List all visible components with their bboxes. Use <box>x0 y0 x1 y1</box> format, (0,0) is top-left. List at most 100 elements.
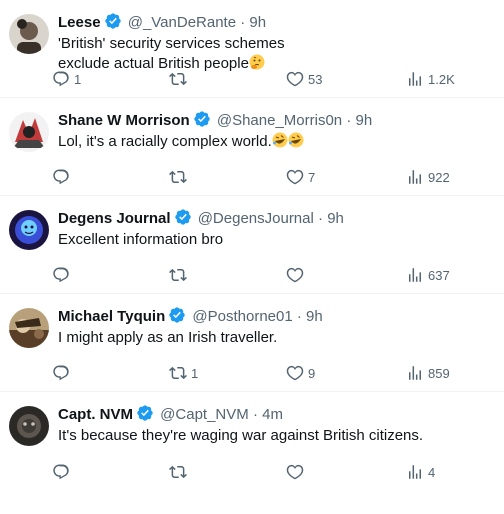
heart-icon <box>286 464 304 480</box>
verified-badge-icon <box>174 209 191 225</box>
reply-button[interactable] <box>52 462 74 482</box>
retweet-count: 1 <box>191 365 199 381</box>
tweet[interactable]: Capt. NVM @Capt_NVM · 4m It's because th… <box>0 392 504 490</box>
avatar[interactable] <box>9 112 49 152</box>
views-chart-icon <box>409 465 421 479</box>
timestamp[interactable]: 9h <box>327 210 344 227</box>
view-count: 1.2K <box>428 71 455 87</box>
reply-button[interactable] <box>52 167 74 187</box>
views-button[interactable]: 922 <box>406 167 450 187</box>
timestamp[interactable]: 9h <box>306 308 323 325</box>
tweet-header: Degens Journal @DegensJournal · 9h <box>58 208 344 229</box>
tweet-actions: 7 922 <box>52 167 494 187</box>
like-count: 9 <box>308 365 316 381</box>
rolling-laughing-emoji-icon <box>288 132 304 148</box>
avatar[interactable] <box>9 210 49 250</box>
thinking-face-emoji-icon <box>249 54 265 70</box>
tweet-text: 'British' security services schemes excl… <box>58 34 488 74</box>
timestamp[interactable]: 9h <box>249 14 266 31</box>
display-name[interactable]: Leese <box>58 14 101 31</box>
heart-icon <box>286 365 304 381</box>
heart-icon <box>286 267 304 283</box>
like-button[interactable]: 53 <box>286 69 322 89</box>
separator-dot: · <box>318 210 324 227</box>
avatar[interactable] <box>9 406 49 446</box>
tweet-text-line: It's because they're waging war against … <box>58 427 424 444</box>
tweet[interactable]: Degens Journal @DegensJournal · 9h Excel… <box>0 196 504 294</box>
tweet-text-line: I might apply as an Irish traveller. <box>58 329 278 346</box>
user-handle[interactable]: @Capt_NVM <box>160 406 249 423</box>
like-button[interactable] <box>286 265 308 285</box>
user-handle[interactable]: @DegensJournal <box>198 210 314 227</box>
avatar[interactable] <box>9 308 49 348</box>
reply-icon <box>53 267 69 283</box>
user-handle[interactable]: @_VanDeRante <box>128 14 236 31</box>
retweet-icon <box>169 366 187 380</box>
display-name[interactable]: Degens Journal <box>58 210 171 227</box>
retweet-icon <box>169 72 187 86</box>
tweet-text-line: Lol, it's a racially complex world. <box>58 133 272 150</box>
view-count: 859 <box>428 365 450 381</box>
views-button[interactable]: 859 <box>406 363 450 383</box>
retweet-button[interactable] <box>169 167 191 187</box>
tweet-text-line: 'British' security services schemes <box>58 35 285 52</box>
reply-button[interactable] <box>52 265 74 285</box>
retweet-button[interactable] <box>169 265 191 285</box>
view-count: 922 <box>428 169 450 185</box>
tweet-actions: 637 <box>52 265 494 285</box>
views-chart-icon <box>409 72 421 86</box>
reply-icon <box>53 71 69 87</box>
retweet-icon <box>169 170 187 184</box>
retweet-icon <box>169 268 187 282</box>
views-button[interactable]: 1.2K <box>406 69 455 89</box>
heart-icon <box>286 71 304 87</box>
tweet-header: Michael Tyquin @Posthorne01 · 9h <box>58 306 323 327</box>
views-chart-icon <box>409 268 421 282</box>
display-name[interactable]: Michael Tyquin <box>58 308 165 325</box>
separator-dot: · <box>252 406 258 423</box>
display-name[interactable]: Shane W Morrison <box>58 112 190 129</box>
like-count: 53 <box>308 71 323 87</box>
reply-icon <box>53 365 69 381</box>
reply-icon <box>53 464 69 480</box>
verified-badge-icon <box>137 405 153 421</box>
retweet-button[interactable]: 1 <box>169 363 198 383</box>
view-count: 4 <box>428 464 436 480</box>
tweet-actions: 1 9 859 <box>52 363 494 383</box>
separator-dot: · <box>240 14 246 31</box>
heart-icon <box>286 169 304 185</box>
tweet[interactable]: Leese @_VanDeRante · 9h 'British' securi… <box>0 0 504 98</box>
like-button[interactable] <box>286 462 308 482</box>
tweet-text: Lol, it's a racially complex world. <box>58 132 488 152</box>
tweet-actions: 1 53 1.2K <box>52 69 494 89</box>
tweet-text: I might apply as an Irish traveller. <box>58 328 488 348</box>
tweet-header: Shane W Morrison @Shane_Morris0n · 9h <box>58 110 372 131</box>
display-name[interactable]: Capt. NVM <box>58 406 133 423</box>
like-count: 7 <box>308 169 316 185</box>
tweet-text-line: Excellent information bro <box>58 231 224 248</box>
tweet-header: Leese @_VanDeRante · 9h <box>58 12 266 33</box>
separator-dot: · <box>296 308 302 325</box>
verified-badge-icon <box>194 111 210 127</box>
retweet-button[interactable] <box>169 69 191 89</box>
like-button[interactable]: 9 <box>286 363 315 383</box>
user-handle[interactable]: @Shane_Morris0n <box>217 112 342 129</box>
views-button[interactable]: 4 <box>406 462 435 482</box>
views-button[interactable]: 637 <box>406 265 450 285</box>
views-chart-icon <box>409 366 421 380</box>
user-handle[interactable]: @Posthorne01 <box>192 308 292 325</box>
avatar[interactable] <box>9 14 49 54</box>
tweet[interactable]: Michael Tyquin @Posthorne01 · 9h I might… <box>0 294 504 392</box>
reply-button[interactable]: 1 <box>52 69 81 89</box>
reply-button[interactable] <box>52 363 74 383</box>
timestamp[interactable]: 9h <box>356 112 373 129</box>
tweet-text: Excellent information bro <box>58 230 488 250</box>
verified-badge-icon <box>104 13 121 29</box>
retweet-icon <box>169 465 187 479</box>
tweet[interactable]: Shane W Morrison @Shane_Morris0n · 9h Lo… <box>0 98 504 196</box>
retweet-button[interactable] <box>169 462 191 482</box>
tweet-actions: 4 <box>52 462 494 482</box>
like-button[interactable]: 7 <box>286 167 315 187</box>
timestamp[interactable]: 4m <box>262 406 283 423</box>
rolling-laughing-emoji-icon <box>272 132 288 148</box>
